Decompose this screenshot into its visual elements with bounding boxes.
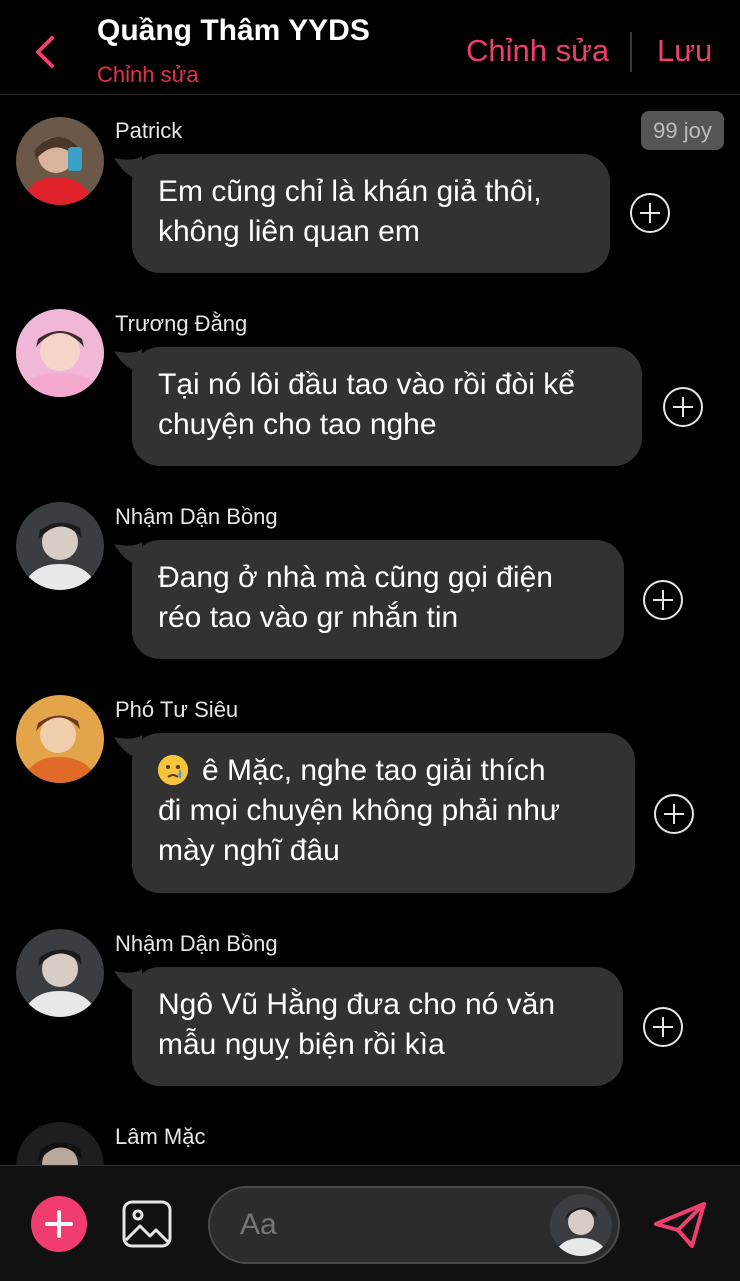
message-line: Đang ở nhà mà cũng gọi điện xyxy=(158,561,553,594)
message-bubble[interactable]: ê Mặc, nghe tao giải thích đi mọi chuyện… xyxy=(132,733,635,893)
react-plus-button[interactable] xyxy=(643,1007,683,1047)
avatar[interactable] xyxy=(16,929,104,1017)
persona-avatar[interactable] xyxy=(550,1194,612,1256)
message-bubble[interactable]: Tại nó lôi đầu tao vào rồi đòi kể chuyện… xyxy=(132,347,642,466)
react-plus-button[interactable] xyxy=(643,580,683,620)
react-plus-button[interactable] xyxy=(663,387,703,427)
message-line: Tại nó lôi đầu tao vào rồi đòi kể xyxy=(158,368,575,401)
avatar[interactable] xyxy=(16,309,104,397)
sender-name: Nhậm Dận Bồng xyxy=(115,504,278,529)
avatar[interactable] xyxy=(16,502,104,590)
joy-badge: 99 joy xyxy=(641,111,724,150)
sender-name: Nhậm Dận Bồng xyxy=(115,931,278,956)
composer-bar: Aa xyxy=(0,1165,740,1281)
sender-name: Trương Đằng xyxy=(115,311,248,336)
react-plus-button[interactable] xyxy=(654,794,694,834)
message-line: mày nghĩ đâu xyxy=(158,834,340,867)
message-line: đi mọi chuyện không phải như xyxy=(158,794,561,827)
message-line: Ngô Vũ Hằng đưa cho nó văn xyxy=(158,988,556,1021)
react-plus-button[interactable] xyxy=(630,193,670,233)
send-icon[interactable] xyxy=(652,1200,708,1250)
plus-icon[interactable] xyxy=(31,1196,87,1252)
message-line: chuyện cho tao nghe xyxy=(158,408,437,441)
avatar[interactable] xyxy=(16,695,104,783)
message-line: không liên quan em xyxy=(158,215,420,248)
header-divider xyxy=(630,32,632,72)
chat-title: Quầng Thâm YYDS xyxy=(97,14,370,47)
message-line: réo tao vào gr nhắn tin xyxy=(158,601,459,634)
sender-name: Phó Tư Siêu xyxy=(115,697,239,722)
image-icon[interactable] xyxy=(122,1200,172,1248)
message-input[interactable]: Aa xyxy=(208,1186,620,1264)
message-bubble[interactable]: Em cũng chỉ là khán giả thôi, không liên… xyxy=(132,154,610,273)
sender-name: Lâm Mặc xyxy=(115,1124,206,1149)
message-bubble[interactable]: Đang ở nhà mà cũng gọi điện réo tao vào … xyxy=(132,540,624,659)
save-button[interactable]: Lưu xyxy=(657,33,712,69)
message-bubble[interactable]: Ngô Vũ Hằng đưa cho nó văn mẫu nguỵ biện… xyxy=(132,967,623,1086)
input-placeholder: Aa xyxy=(240,1208,277,1241)
message-line: Em cũng chỉ là khán giả thôi, xyxy=(158,175,542,208)
sender-name: Patrick xyxy=(115,118,183,143)
message-line-with-emoji: ê Mặc, nghe tao giải thích xyxy=(158,751,609,791)
chat-header: Quầng Thâm YYDS Chỉnh sửa Chỉnh sửa Lưu xyxy=(0,0,740,95)
chat-subtitle: Chỉnh sửa xyxy=(97,62,199,87)
crying-face-emoji-icon xyxy=(158,755,188,785)
message-line: mẫu nguỵ biện rồi kìa xyxy=(158,1028,445,1061)
edit-button[interactable]: Chỉnh sửa xyxy=(466,33,609,69)
back-chevron-icon[interactable] xyxy=(28,30,62,74)
avatar[interactable] xyxy=(16,117,104,205)
